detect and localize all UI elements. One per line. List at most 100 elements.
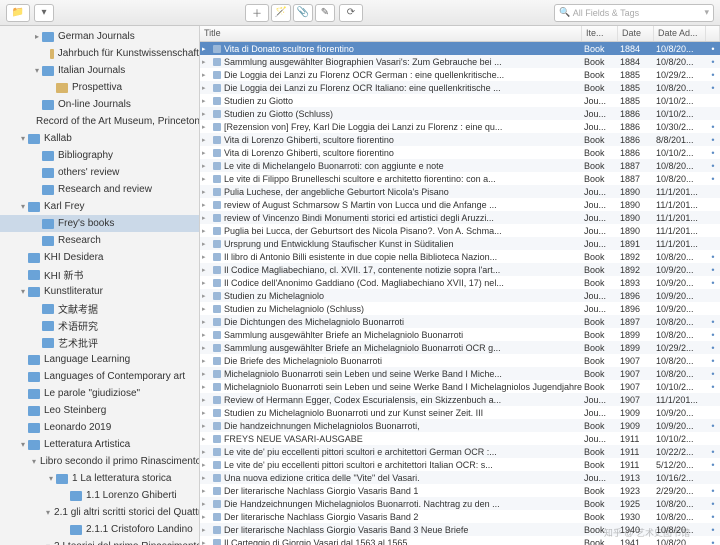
sidebar-item[interactable]: ▾Libro secondo il primo Rinascimento — [0, 453, 199, 470]
disclosure-icon: ▸ — [202, 487, 210, 495]
table-row[interactable]: ▸Il libro di Antonio Billi esistente in … — [200, 250, 720, 263]
new-collection-button[interactable]: 📁 — [6, 4, 30, 22]
sidebar-item[interactable]: Jahrbuch für Kunstwissenschaft — [0, 45, 199, 62]
sidebar-item[interactable]: Leonardo 2019 — [0, 419, 199, 436]
table-row[interactable]: ▸Der literarische Nachlass Giorgio Vasar… — [200, 523, 720, 536]
sidebar-item[interactable]: ▾2 I teorici del primo Rinascimento — [0, 538, 199, 545]
sidebar-item[interactable]: Frey's books — [0, 215, 199, 232]
col-title[interactable]: Title — [200, 26, 582, 41]
disclosure-icon: ▾ — [18, 287, 28, 296]
sidebar-item[interactable]: Le parole "giudiziose" — [0, 385, 199, 402]
sidebar-item[interactable]: On-line Journals — [0, 96, 199, 113]
attach-button[interactable]: 📎 — [293, 4, 313, 22]
col-attach[interactable] — [706, 26, 720, 41]
table-row[interactable]: ▸Le vite di Michelangelo Buonarroti: con… — [200, 159, 720, 172]
new-item-button[interactable]: ＋ — [245, 4, 269, 22]
attachment-dot: • — [706, 83, 720, 93]
sidebar-item[interactable]: ▾1 La letteratura storica — [0, 470, 199, 487]
table-row[interactable]: ▸Die Dichtungen des Michelagniolo Buonar… — [200, 315, 720, 328]
table-row[interactable]: ▸Review of Hermann Egger, Codex Escurial… — [200, 393, 720, 406]
sidebar-item[interactable]: Research and review — [0, 181, 199, 198]
table-row[interactable]: ▸Il Codice Magliabechiano, cl. XVII. 17,… — [200, 263, 720, 276]
table-row[interactable]: ▸Pulia Luchese, der angebliche Geburtort… — [200, 185, 720, 198]
sidebar-item[interactable]: Languages of Contemporary art — [0, 368, 199, 385]
table-row[interactable]: ▸Sammlung ausgewählter Briefe an Michela… — [200, 328, 720, 341]
table-row[interactable]: ▸Una nuova edizione critica delle "Vite"… — [200, 471, 720, 484]
table-row[interactable]: ▸Studien zu Michelagniolo (Schluss)Jou..… — [200, 302, 720, 315]
table-row[interactable]: ▸Die Loggia dei Lanzi zu Florenz OCR Ger… — [200, 68, 720, 81]
table-row[interactable]: ▸review of August Schmarsow S Martin von… — [200, 198, 720, 211]
col-date[interactable]: Date — [618, 26, 654, 41]
sidebar-item[interactable]: KHI 新书 — [0, 266, 199, 283]
table-row[interactable]: ▸Die Loggia dei Lanzi zu Florenz OCR Ita… — [200, 81, 720, 94]
sidebar-item[interactable]: Bibliography — [0, 147, 199, 164]
item-title: Il libro di Antonio Billi esistente in d… — [224, 252, 497, 262]
table-row[interactable]: ▸Michelagniolo Buonarroti sein Leben und… — [200, 380, 720, 393]
table-row[interactable]: ▸Studien zu GiottoJou...188510/10/2... — [200, 94, 720, 107]
table-row[interactable]: ▸Die Handzeichnungen Michelagniolos Buon… — [200, 497, 720, 510]
col-type[interactable]: Ite... — [582, 26, 618, 41]
table-row[interactable]: ▸Vita di Lorenzo Ghiberti, scultore fior… — [200, 146, 720, 159]
table-row[interactable]: ▸Le vite de' piu eccellenti pittori scul… — [200, 445, 720, 458]
table-row[interactable]: ▸Die handzeichnungen Michelagniolos Buon… — [200, 419, 720, 432]
item-title: Il Codice dell'Anonimo Gaddiano (Cod. Ma… — [224, 278, 504, 288]
table-row[interactable]: ▸Studien zu MichelagnioloJou...189610/9/… — [200, 289, 720, 302]
table-row[interactable]: ▸Il Codice dell'Anonimo Gaddiano (Cod. M… — [200, 276, 720, 289]
item-added: 10/9/20... — [654, 421, 706, 431]
sidebar-item[interactable]: KHI Desidera — [0, 249, 199, 266]
sidebar-item[interactable]: ▾Kunstliteratur — [0, 283, 199, 300]
sidebar-item[interactable]: ▾Italian Journals — [0, 62, 199, 79]
toolbar: 📁 ▾ ＋ 🪄 📎 ✎ ⟳ 🔍 All Fields & Tags ▾ — [0, 0, 720, 26]
item-icon — [213, 448, 221, 456]
sidebar-item[interactable]: 2.1.1 Cristoforo Landino — [0, 521, 199, 538]
sidebar-item[interactable]: ▾2.1 gli altri scritti storici del Quatt… — [0, 504, 199, 521]
sidebar-item[interactable]: ▾Letteratura Artistica — [0, 436, 199, 453]
sidebar-item[interactable]: 艺术批评 — [0, 334, 199, 351]
item-added: 10/8/20... — [654, 252, 706, 262]
col-added[interactable]: Date Ad... — [654, 26, 706, 41]
edit-button[interactable]: ✎ — [315, 4, 335, 22]
item-type: Jou... — [582, 96, 618, 106]
table-row[interactable]: ▸Vita di Donato scultore fiorentinoBook1… — [200, 42, 720, 55]
table-row[interactable]: ▸Ursprung und Entwicklung Staufischer Ku… — [200, 237, 720, 250]
table-row[interactable]: ▸Der literarische Nachlass Giorgio Vasar… — [200, 484, 720, 497]
item-type: Book — [582, 278, 618, 288]
table-row[interactable]: ▸Vita di Lorenzo Ghiberti, scultore fior… — [200, 133, 720, 146]
table-row[interactable]: ▸review of Vincenzo Bindi Monumenti stor… — [200, 211, 720, 224]
sidebar-item[interactable]: ▾Kallab — [0, 130, 199, 147]
sidebar-item[interactable]: 1.1 Lorenzo Ghiberti — [0, 487, 199, 504]
table-row[interactable]: ▸Le vite di Filippo Brunelleschi scultor… — [200, 172, 720, 185]
table-row[interactable]: ▸FREYS NEUE VASARI-AUSGABEJou...191110/1… — [200, 432, 720, 445]
table-row[interactable]: ▸Die Briefe des Michelagniolo Buonarroti… — [200, 354, 720, 367]
column-header[interactable]: Title Ite... Date Date Ad... — [200, 26, 720, 42]
sidebar-item[interactable]: ▾Karl Frey — [0, 198, 199, 215]
search-input[interactable]: 🔍 All Fields & Tags ▾ — [554, 4, 714, 22]
sidebar-item[interactable]: Leo Steinberg — [0, 402, 199, 419]
sidebar-item[interactable]: Record of the Art Museum, Princeton Univ… — [0, 113, 199, 130]
table-row[interactable]: ▸Sammlung ausgewählter Briefe an Michela… — [200, 341, 720, 354]
table-row[interactable]: ▸Michelagniolo Buonarroti sein Leben und… — [200, 367, 720, 380]
item-added: 10/9/20... — [654, 265, 706, 275]
table-row[interactable]: ▸Puglia bei Lucca, der Geburtsort des Ni… — [200, 224, 720, 237]
table-row[interactable]: ▸Le vite de' piu eccellenti pittori scul… — [200, 458, 720, 471]
sidebar-item[interactable]: 术语研究 — [0, 317, 199, 334]
sidebar-item[interactable]: Research — [0, 232, 199, 249]
table-row[interactable]: ▸[Rezension von] Frey, Karl Die Loggia d… — [200, 120, 720, 133]
table-row[interactable]: ▸Il Carteggio di Giorgio Vasari dal 1563… — [200, 536, 720, 545]
sidebar-item-label: 2.1.1 Cristoforo Landino — [86, 524, 193, 535]
item-icon — [213, 175, 221, 183]
new-group-button[interactable]: ▾ — [34, 4, 54, 22]
sidebar-item[interactable]: 文献考据 — [0, 300, 199, 317]
sidebar-item[interactable]: Prospettiva — [0, 79, 199, 96]
table-row[interactable]: ▸Der literarische Nachlass Giorgio Vasar… — [200, 510, 720, 523]
sidebar-item[interactable]: ▸German Journals — [0, 28, 199, 45]
item-added: 10/10/2... — [654, 96, 706, 106]
sync-button[interactable]: ⟳ — [339, 4, 363, 22]
add-by-id-button[interactable]: 🪄 — [271, 4, 291, 22]
folder-icon — [50, 49, 54, 59]
table-row[interactable]: ▸Studien zu Michelagniolo Buonarroti und… — [200, 406, 720, 419]
sidebar-item[interactable]: Language Learning — [0, 351, 199, 368]
table-row[interactable]: ▸Sammlung ausgewählter Biographien Vasar… — [200, 55, 720, 68]
table-row[interactable]: ▸Studien zu Giotto (Schluss)Jou...188610… — [200, 107, 720, 120]
sidebar-item[interactable]: others' review — [0, 164, 199, 181]
